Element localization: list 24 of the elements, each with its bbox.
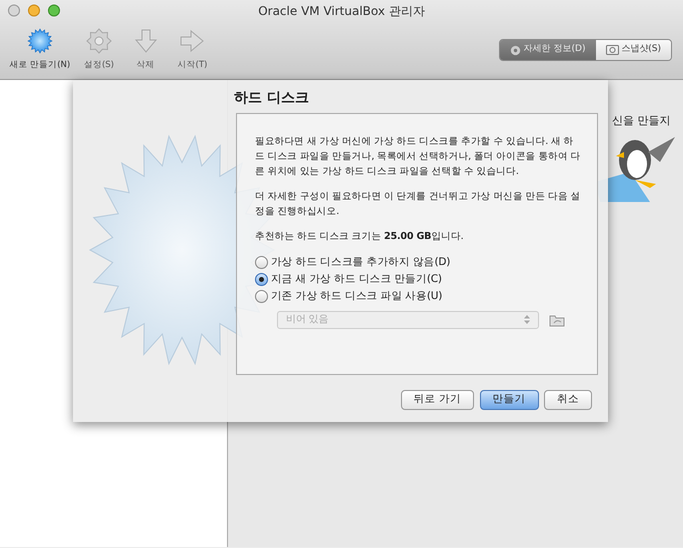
right-arrow-icon — [179, 28, 206, 54]
window-controls-icon[interactable] — [8, 4, 62, 17]
description-text: 필요하다면 새 가상 머신에 가상 하드 디스크를 추가할 수 있습니다. 새 하드 디스크 파일을 만들거나, 목록에서 선택하거나, 폴더 아이콘을 통하여 다른 위치에 있는 가상 하드 디스크 파일을 선택할 수 있습니다. — [255, 135, 582, 179]
stepper-arrows-icon — [524, 315, 530, 324]
welcome-text: 신을 만들지 — [612, 113, 670, 129]
radio-option[interactable]: 지금 새 가상 하드 디스크 만들기(C) — [255, 271, 583, 288]
window-title: Oracle VM VirtualBox 관리자 — [258, 3, 425, 20]
dialog-button[interactable]: 만들기 — [480, 390, 538, 410]
details-tab[interactable]: 자세한 정보(D) — [500, 40, 596, 60]
snapshots-tab[interactable]: 스냅샷(S) — [596, 40, 671, 60]
new-machine-icon — [26, 28, 53, 54]
folder-icon[interactable] — [549, 312, 565, 326]
dialog-button[interactable]: 취소 — [544, 390, 592, 410]
description-text: 추천하는 하드 디스크 크기는 25.00 GB입니다. — [255, 230, 465, 244]
dialog-button[interactable]: 뒤로 가기 — [400, 390, 474, 410]
description-text: 더 자세한 구성이 필요하다면 이 단계를 건너뛰고 가상 머신을 만든 다음 설정을 진행하십시오. — [255, 190, 582, 219]
radio-option[interactable]: 가상 하드 디스크를 추가하지 않음(D) — [255, 254, 583, 271]
camera-icon — [606, 45, 618, 55]
radio-option[interactable]: 기존 가상 하드 디스크 파일 사용(U) — [255, 288, 583, 305]
gear-icon — [510, 44, 521, 56]
dialog-title: 하드 디스크 — [234, 89, 309, 108]
gear-icon — [86, 28, 112, 54]
toolbar-button[interactable]: 새로 만들기(N) — [6, 28, 74, 72]
down-arrow-icon — [132, 28, 159, 54]
